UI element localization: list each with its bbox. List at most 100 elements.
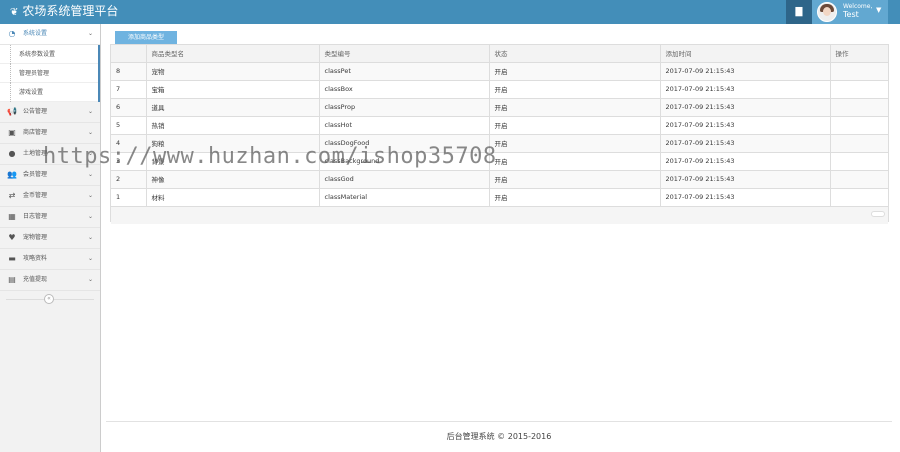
column-header: 添加时间 — [660, 45, 831, 63]
table-cell — [830, 170, 888, 189]
bullhorn-icon: 📢 — [7, 107, 17, 116]
table-cell: 2017-07-09 21:15:43 — [660, 116, 831, 135]
sidebar-item-9[interactable]: ▤ 充值提现 ⌄ — [0, 270, 100, 291]
table-cell: classHot — [319, 116, 490, 135]
table-cell: 6 — [111, 98, 147, 117]
table-cell: 2017-07-09 21:15:43 — [660, 152, 831, 171]
table-row: 2 神像 classGod 开启 2017-07-09 21:15:43 — [111, 170, 888, 189]
table-cell: 2017-07-09 21:15:43 — [660, 62, 831, 81]
sidebar-item-7[interactable]: ♥ 宠物管理 ⌄ — [0, 228, 100, 249]
table-cell — [830, 134, 888, 153]
table-cell: 开启 — [489, 116, 661, 135]
table-cell: 7 — [111, 80, 147, 99]
caret-down-icon: ▼ — [876, 6, 882, 14]
table-cell — [830, 98, 888, 117]
table-cell: 开启 — [489, 62, 661, 81]
sidebar-item-1[interactable]: 📢 公告管理 ⌄ — [0, 102, 100, 123]
brand[interactable]: ❦ 农场系统管理平台 — [10, 3, 118, 21]
sidebar-item-0[interactable]: ◔ 系统设置 ⌄ — [0, 24, 100, 45]
table-row: 1 材料 classMaterial 开启 2017-07-09 21:15:43 — [111, 188, 888, 207]
table-cell: 2017-07-09 21:15:43 — [660, 98, 831, 117]
column-header — [111, 45, 147, 63]
table-cell: classBox — [319, 80, 490, 99]
table-row: 8 宠物 classPet 开启 2017-07-09 21:15:43 — [111, 62, 888, 81]
trash-icon: ▇ — [795, 7, 803, 17]
table-cell: classGod — [319, 170, 490, 189]
brand-title: 农场系统管理平台 — [22, 4, 119, 18]
add-product-type-button[interactable]: 添加商品类型 — [115, 31, 177, 44]
sidebar: ◔ 系统设置 ⌄ 系统参数设置 管理员管理 游戏设置 📢 公告管理 ⌄ ▣ 商店管理 ⌄ ● 土地管理 ⌄ 👥… — [0, 24, 101, 452]
column-header: 商品类型名 — [146, 45, 320, 63]
sidebar-subitem[interactable]: 游戏设置 — [0, 83, 98, 102]
sidebar-item-label: 充值提现 — [23, 276, 48, 283]
calendar-icon: ▦ — [8, 212, 16, 221]
user-menu-button[interactable]: Welcome, Test ▼ — [812, 0, 888, 24]
table-cell — [830, 188, 888, 207]
chevron-down-icon: ⌄ — [88, 192, 94, 199]
table-cell: 道具 — [146, 98, 320, 117]
table-cell: 2017-07-09 21:15:43 — [660, 134, 831, 153]
column-header: 类型编号 — [319, 45, 490, 63]
table-header-row: 商品类型名 类型编号 状态 添加时间 操作 — [111, 45, 888, 63]
sidebar-item-label: 攻略资料 — [23, 255, 48, 262]
table-cell: 开启 — [489, 98, 661, 117]
sidebar-item-label: 商店管理 — [23, 129, 48, 136]
table-cell: classPet — [319, 62, 490, 81]
sidebar-item-6[interactable]: ▦ 日志管理 ⌄ — [0, 207, 100, 228]
list-alt-icon: ▤ — [8, 275, 16, 284]
table-footer — [111, 206, 888, 224]
avatar — [817, 2, 837, 22]
table-row: 6 道具 classProp 开启 2017-07-09 21:15:43 — [111, 98, 888, 117]
table-cell: 开启 — [489, 80, 661, 99]
sidebar-subitem[interactable]: 系统参数设置 — [0, 45, 98, 64]
collapse-sidebar-icon[interactable]: « — [44, 294, 54, 304]
table-cell: 2017-07-09 21:15:43 — [660, 80, 831, 99]
table-cell: 1 — [111, 188, 147, 207]
exchange-icon: ⇄ — [8, 191, 16, 200]
leaf-icon: ❦ — [10, 7, 19, 18]
table-cell: 2017-07-09 21:15:43 — [660, 170, 831, 189]
sidebar-collapse: « — [0, 291, 100, 308]
top-navbar: ❦ 农场系统管理平台 ▇ Welcome, Test ▼ — [0, 0, 900, 24]
sidebar-item-label: 金币管理 — [23, 192, 48, 199]
sidebar-item-label: 日志管理 — [23, 213, 48, 220]
sidebar-item-8[interactable]: ▬ 攻略资料 ⌄ — [0, 249, 100, 270]
globe-icon: ● — [8, 149, 16, 158]
table-cell — [830, 62, 888, 81]
trash-button[interactable]: ▇ — [786, 0, 812, 24]
sidebar-item-5[interactable]: ⇄ 金币管理 ⌄ — [0, 186, 100, 207]
sidebar-subitem[interactable]: 管理员管理 — [0, 64, 98, 83]
table-row: 5 热销 classHot 开启 2017-07-09 21:15:43 — [111, 116, 888, 135]
table-cell: 8 — [111, 62, 147, 81]
chevron-down-icon: ⌄ — [88, 30, 94, 37]
chevron-down-icon: ⌄ — [88, 255, 94, 262]
users-icon: 👥 — [7, 170, 17, 179]
table-cell: classMaterial — [319, 188, 490, 207]
table-cell: 开启 — [489, 134, 661, 153]
table-cell — [830, 152, 888, 171]
table-cell: 神像 — [146, 170, 320, 189]
table-cell — [830, 80, 888, 99]
table-cell: 5 — [111, 116, 147, 135]
sidebar-item-label: 公告管理 — [23, 108, 48, 115]
gift-icon: ▣ — [8, 128, 16, 137]
column-header: 状态 — [489, 45, 661, 63]
table-cell: 开启 — [489, 152, 661, 171]
pagination[interactable] — [871, 210, 885, 217]
watermark: https://www.huzhan.com/ishop35708 — [43, 144, 497, 169]
chevron-down-icon: ⌄ — [88, 108, 94, 115]
table-cell: 2 — [111, 170, 147, 189]
table-cell: 宠物 — [146, 62, 320, 81]
sidebar-item-label: 系统设置 — [23, 30, 48, 37]
table-cell: 2017-07-09 21:15:43 — [660, 188, 831, 207]
chevron-down-icon: ⌄ — [88, 234, 94, 241]
product-type-table: 商品类型名 类型编号 状态 添加时间 操作 8 宠物 classPet 开启 2017-07-0… — [110, 44, 889, 224]
sidebar-item-2[interactable]: ▣ 商店管理 ⌄ — [0, 123, 100, 144]
folder-icon: ▬ — [8, 254, 16, 263]
column-header: 操作 — [830, 45, 888, 63]
footer-copyright: 后台管理系统 © 2015-2016 — [446, 432, 552, 441]
table-cell: 热销 — [146, 116, 320, 135]
table-cell: 材料 — [146, 188, 320, 207]
table-cell: 开启 — [489, 188, 661, 207]
chevron-down-icon: ⌄ — [88, 213, 94, 220]
